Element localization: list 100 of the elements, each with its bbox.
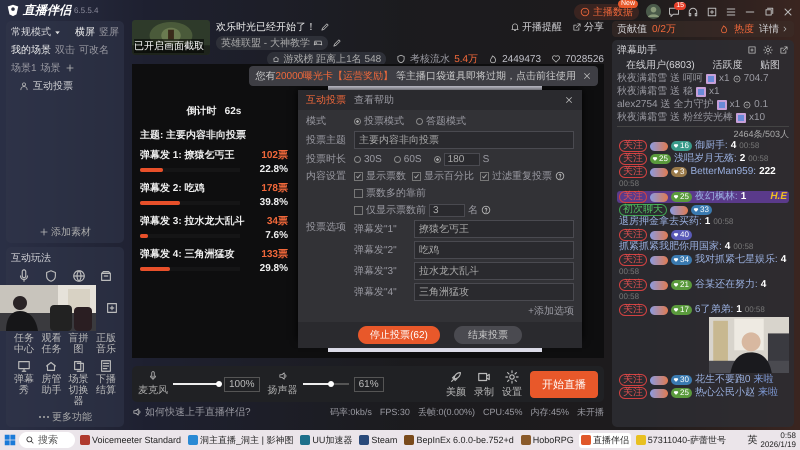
radio-button[interactable] (434, 156, 441, 162)
checkbox-label[interactable]: 显示票数 (366, 169, 406, 183)
edit-icon[interactable] (332, 38, 342, 48)
checkbox-label[interactable]: 仅显示票数前 (366, 203, 426, 217)
settings-icon[interactable] (763, 45, 773, 55)
feature-icon[interactable] (44, 269, 58, 283)
radio-label[interactable]: 答题模式 (426, 114, 466, 128)
dialog-tab[interactable]: 查看帮助 (354, 93, 394, 107)
help-tip-link[interactable]: 如何快速上手直播伴侣? (145, 405, 251, 419)
taskbar-app[interactable]: BepInEx 6.0.0-be.752+d (402, 434, 516, 446)
feature-label[interactable]: 正版音乐 (92, 333, 119, 355)
toolbar-button[interactable]: 设置 (502, 370, 522, 398)
popout-icon[interactable] (779, 45, 789, 55)
checkbox[interactable] (412, 172, 421, 180)
close-icon[interactable] (564, 95, 574, 105)
stop-vote-button[interactable]: 停止投票(62) (358, 326, 440, 344)
tool-icon[interactable] (17, 359, 32, 373)
checkbox[interactable] (354, 172, 363, 180)
add-option-link[interactable]: +添加选项 (528, 304, 574, 318)
checkbox[interactable] (354, 206, 363, 214)
radio-label[interactable]: 30S (364, 154, 382, 164)
add-source-button[interactable]: 添加素材 (39, 225, 91, 239)
orientation-tab[interactable]: 竖屏 (99, 25, 119, 39)
topic-field[interactable]: 主要内容非向投票 (354, 131, 574, 149)
toolbar-button[interactable]: 美颜 (446, 370, 466, 398)
tool-label[interactable]: 场景切换器 (66, 374, 92, 407)
remind-link[interactable]: 开播提醒 (510, 20, 562, 34)
end-vote-button[interactable]: 结束投票 (454, 326, 522, 344)
add-scene-icon[interactable] (64, 63, 75, 73)
tool-label[interactable]: 弹幕秀 (11, 374, 38, 396)
follow-tag[interactable]: 关注 (619, 140, 647, 152)
category-chip[interactable]: 英雄联盟 - 大神教学 (216, 36, 328, 50)
option-field[interactable]: 三角洲猛攻 (414, 283, 574, 301)
danmu-tab[interactable]: 在线用户(6803) (626, 58, 695, 72)
scene-tab[interactable]: 场景 (40, 61, 61, 75)
follow-tag[interactable]: 关注 (619, 229, 647, 241)
toolbar-button[interactable]: 录制 (474, 370, 494, 398)
feature-icon[interactable] (72, 269, 86, 283)
taskbar-app[interactable]: Voicemeeter Standard (78, 434, 184, 446)
clock-date[interactable]: 2026/1/19 (760, 440, 796, 449)
start-stream-button[interactable]: 开始直播 (530, 370, 598, 398)
details-link[interactable]: 详情 (759, 22, 789, 36)
option-field[interactable]: 撩猿乞丐王 (414, 220, 574, 238)
duration-field[interactable]: 180 (444, 152, 480, 166)
feature-label[interactable]: 任务中心 (11, 333, 38, 355)
follow-tag[interactable]: 关注 (619, 279, 647, 291)
volume-slider[interactable] (173, 379, 219, 389)
ime-indicator[interactable]: 英 (747, 433, 758, 447)
option-field[interactable]: 吃鸡 (414, 241, 574, 259)
volume-slider[interactable] (302, 379, 349, 389)
taskbar-app[interactable]: 洞主直播_洞主 | 影神图 (186, 432, 296, 448)
more-features-button[interactable]: 更多功能 (38, 410, 92, 424)
help-icon[interactable] (481, 205, 491, 215)
taskbar-app[interactable]: 57311040-萨蕾世号 (634, 432, 728, 448)
follow-tag[interactable]: 关注 (619, 387, 647, 399)
scene-tab[interactable]: 场景1 (11, 61, 37, 75)
danmu-tab[interactable]: 贴图 (760, 58, 780, 72)
feature-label[interactable]: 观看任务 (38, 333, 64, 355)
follow-tag[interactable]: 关注 (619, 374, 647, 386)
tool-label[interactable]: 下播结算 (92, 374, 119, 396)
checkbox-label[interactable]: 过滤重复投票 (492, 169, 552, 183)
message-icon[interactable] (668, 6, 680, 18)
radio-button[interactable] (354, 156, 361, 162)
tool-icon[interactable] (44, 359, 58, 373)
feature-label[interactable]: 盲拼图 (66, 333, 92, 355)
radio-button[interactable] (394, 156, 401, 162)
scene-tab[interactable]: 双击 (55, 43, 75, 57)
share-link[interactable]: 分享 (572, 20, 604, 34)
tool-label[interactable]: 房管助手 (38, 374, 64, 396)
danmu-tab[interactable]: 活跃度 (712, 58, 742, 72)
tool-icon[interactable] (98, 359, 113, 373)
radio-label[interactable]: 投票模式 (364, 114, 404, 128)
checkbox[interactable] (480, 172, 489, 180)
feature-icon[interactable] (98, 269, 113, 283)
menu-icon[interactable] (725, 6, 737, 18)
restore-icon[interactable] (763, 6, 775, 18)
avatar[interactable] (646, 4, 661, 19)
headset-icon[interactable] (687, 6, 699, 18)
tool-icon[interactable] (72, 359, 86, 373)
scene-tab[interactable]: 我的场景 (11, 43, 51, 57)
close-icon[interactable] (582, 71, 592, 81)
follow-tag[interactable]: 初次聊天 (619, 204, 667, 216)
clock-time[interactable]: 0:58 (780, 431, 796, 440)
checkbox-label[interactable]: 显示百分比 (424, 169, 474, 183)
checkbox-label[interactable]: 票数多的靠前 (366, 186, 426, 200)
scene-tab[interactable]: 可改名 (79, 43, 109, 57)
orientation-tab[interactable]: 横屏 (75, 25, 95, 39)
edit-icon[interactable] (320, 22, 330, 32)
radio-button[interactable] (354, 118, 361, 124)
dialog-tab[interactable]: 互动投票 (306, 93, 346, 107)
option-field[interactable]: 拉水龙大乱斗 (414, 262, 574, 280)
taskbar-app[interactable]: UU加速器 (298, 432, 354, 448)
taskbar-app[interactable]: 直播伴侣 (578, 432, 631, 448)
count-field[interactable]: 3 (429, 204, 465, 216)
follow-tag[interactable]: 关注 (619, 304, 647, 316)
start-icon[interactable] (4, 434, 16, 446)
taskbar-app[interactable]: HoboRPG (518, 434, 576, 446)
checkbox[interactable] (354, 188, 363, 198)
close-icon[interactable] (782, 6, 794, 18)
help-icon[interactable] (555, 171, 565, 181)
